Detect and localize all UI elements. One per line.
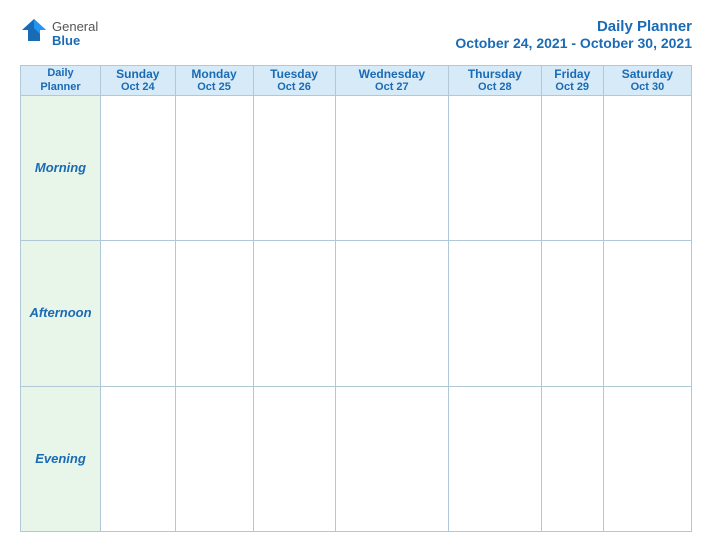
monday-date: Oct 25 xyxy=(176,81,253,93)
header-row: Daily Planner Sunday Oct 24 Monday Oct 2… xyxy=(21,66,692,96)
morning-label: Morning xyxy=(35,160,86,175)
col-header-tuesday: Tuesday Oct 26 xyxy=(253,66,335,96)
col-header-wednesday: Wednesday Oct 27 xyxy=(335,66,448,96)
morning-monday-cell[interactable] xyxy=(175,95,253,240)
evening-monday-cell[interactable] xyxy=(175,386,253,531)
morning-saturday-cell[interactable] xyxy=(603,95,691,240)
afternoon-monday-cell[interactable] xyxy=(175,241,253,386)
evening-thursday-cell[interactable] xyxy=(449,386,542,531)
morning-tuesday-cell[interactable] xyxy=(253,95,335,240)
col-header-friday: Friday Oct 29 xyxy=(541,66,603,96)
planner-label-line1: Daily xyxy=(21,66,100,80)
afternoon-row: Afternoon xyxy=(21,241,692,386)
calendar-table: Daily Planner Sunday Oct 24 Monday Oct 2… xyxy=(20,65,692,532)
evening-friday-cell[interactable] xyxy=(541,386,603,531)
evening-wednesday-cell[interactable] xyxy=(335,386,448,531)
afternoon-sunday-cell[interactable] xyxy=(101,241,176,386)
logo-general: General xyxy=(52,20,98,34)
morning-sunday-cell[interactable] xyxy=(101,95,176,240)
afternoon-wednesday-cell[interactable] xyxy=(335,241,448,386)
sunday-date: Oct 24 xyxy=(101,81,175,93)
afternoon-friday-cell[interactable] xyxy=(541,241,603,386)
logo-bird-icon xyxy=(20,16,48,50)
afternoon-tuesday-cell[interactable] xyxy=(253,241,335,386)
wednesday-date: Oct 27 xyxy=(336,81,448,93)
evening-tuesday-cell[interactable] xyxy=(253,386,335,531)
logo-blue: Blue xyxy=(52,34,98,48)
sunday-day: Sunday xyxy=(101,67,175,81)
afternoon-label-cell: Afternoon xyxy=(21,241,101,386)
afternoon-saturday-cell[interactable] xyxy=(603,241,691,386)
morning-thursday-cell[interactable] xyxy=(449,95,542,240)
saturday-day: Saturday xyxy=(604,67,691,81)
col-header-thursday: Thursday Oct 28 xyxy=(449,66,542,96)
evening-label: Evening xyxy=(35,451,86,466)
title-area: Daily Planner October 24, 2021 - October… xyxy=(455,18,692,51)
morning-row: Morning xyxy=(21,95,692,240)
col-header-saturday: Saturday Oct 30 xyxy=(603,66,691,96)
morning-label-cell: Morning xyxy=(21,95,101,240)
planner-label-line2: Planner xyxy=(21,80,100,94)
header: General Blue Daily Planner October 24, 2… xyxy=(20,18,692,51)
col-header-sunday: Sunday Oct 24 xyxy=(101,66,176,96)
col-header-monday: Monday Oct 25 xyxy=(175,66,253,96)
monday-day: Monday xyxy=(176,67,253,81)
title-main: Daily Planner xyxy=(455,18,692,35)
title-date: October 24, 2021 - October 30, 2021 xyxy=(455,35,692,51)
friday-day: Friday xyxy=(542,67,603,81)
morning-friday-cell[interactable] xyxy=(541,95,603,240)
evening-label-cell: Evening xyxy=(21,386,101,531)
logo-text: General Blue xyxy=(52,20,98,49)
friday-date: Oct 29 xyxy=(542,81,603,93)
evening-saturday-cell[interactable] xyxy=(603,386,691,531)
evening-sunday-cell[interactable] xyxy=(101,386,176,531)
saturday-date: Oct 30 xyxy=(604,81,691,93)
logo-area: General Blue xyxy=(20,18,98,50)
thursday-day: Thursday xyxy=(449,67,541,81)
afternoon-thursday-cell[interactable] xyxy=(449,241,542,386)
col-header-planner: Daily Planner xyxy=(21,66,101,96)
morning-wednesday-cell[interactable] xyxy=(335,95,448,240)
page: General Blue Daily Planner October 24, 2… xyxy=(0,0,712,550)
thursday-date: Oct 28 xyxy=(449,81,541,93)
evening-row: Evening xyxy=(21,386,692,531)
tuesday-day: Tuesday xyxy=(254,67,335,81)
wednesday-day: Wednesday xyxy=(336,67,448,81)
tuesday-date: Oct 26 xyxy=(254,81,335,93)
afternoon-label: Afternoon xyxy=(29,305,91,320)
